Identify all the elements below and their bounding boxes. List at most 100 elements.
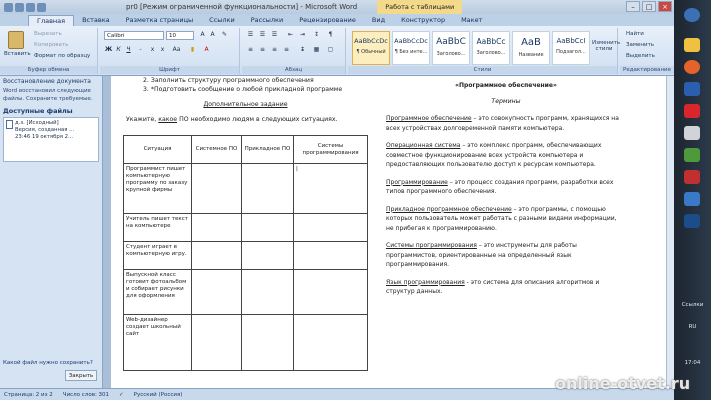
browser-icon[interactable] xyxy=(684,60,700,74)
format-painter-button[interactable]: Формат по образцу xyxy=(34,53,90,59)
yandex-icon[interactable] xyxy=(684,104,700,118)
redo-icon[interactable] xyxy=(37,2,46,12)
answer-cell[interactable] xyxy=(191,314,242,371)
answer-cell[interactable] xyxy=(293,241,368,270)
align-center-icon[interactable]: ≡ xyxy=(258,46,267,54)
highlight-icon[interactable]: ▮ xyxy=(188,46,197,54)
style-heading-1[interactable]: AaBbC Заголово... xyxy=(432,31,470,65)
cut-button[interactable]: Вырезать xyxy=(34,31,62,37)
office-button-icon[interactable] xyxy=(4,2,13,12)
answer-cell[interactable] xyxy=(191,163,242,214)
undo-icon[interactable] xyxy=(26,2,35,12)
select-button[interactable]: Выделить xyxy=(626,53,655,59)
align-right-icon[interactable]: ≡ xyxy=(270,46,279,54)
shrink-font-icon[interactable]: A xyxy=(208,31,217,39)
app-icon[interactable] xyxy=(684,192,700,206)
style-no-spacing[interactable]: AaBbCcDc ¶ Без инте... xyxy=(392,31,430,65)
font-color-icon[interactable]: A xyxy=(202,46,211,54)
font-size-select[interactable]: 10 xyxy=(166,31,194,40)
situation-cell[interactable]: Программист пишет компьютерную программу… xyxy=(123,163,192,214)
answer-cell[interactable]: | xyxy=(293,163,368,214)
situation-cell[interactable]: Учитель пишет текст на компьютере xyxy=(123,213,192,242)
tab-references[interactable]: Ссылки xyxy=(201,15,243,26)
word-icon[interactable] xyxy=(684,82,700,96)
style-heading-2[interactable]: AaBbCc Заголово... xyxy=(472,31,510,65)
situation-cell[interactable]: Студент играет в компьютерную игру. xyxy=(123,241,192,270)
clear-format-icon[interactable]: ✎ xyxy=(220,31,229,39)
app-icon[interactable] xyxy=(684,126,700,140)
answer-cell[interactable] xyxy=(191,241,242,270)
app-icon[interactable] xyxy=(684,148,700,162)
situation-cell[interactable]: Выпускной класс готовит фотоальбом и соб… xyxy=(123,269,192,315)
copy-button[interactable]: Копировать xyxy=(34,42,68,48)
increase-indent-icon[interactable]: ⇥ xyxy=(298,31,307,39)
replace-button[interactable]: Заменить xyxy=(626,42,654,48)
app-icon[interactable] xyxy=(684,214,700,228)
style-title[interactable]: AaB Название xyxy=(512,31,550,65)
numbering-icon[interactable]: ☰ xyxy=(258,31,267,39)
page-count[interactable]: Страница: 2 из 2 xyxy=(4,392,53,398)
close-button[interactable]: × xyxy=(658,1,672,12)
borders-icon[interactable]: ▢ xyxy=(326,46,335,54)
answer-cell[interactable] xyxy=(241,241,294,270)
app-icon[interactable] xyxy=(684,170,700,184)
answer-cell[interactable] xyxy=(293,269,368,315)
tab-home[interactable]: Главная xyxy=(28,15,75,26)
close-pane-button[interactable]: Закрыть xyxy=(65,370,97,381)
tab-page-layout[interactable]: Разметка страницы xyxy=(118,15,202,26)
change-styles-button[interactable]: Изменить стили xyxy=(592,40,620,52)
answer-cell[interactable] xyxy=(241,213,294,242)
underline-icon[interactable]: Ч xyxy=(124,46,133,54)
answer-cell[interactable] xyxy=(191,269,242,315)
line-spacing-icon[interactable]: ↨ xyxy=(298,46,307,54)
grow-font-icon[interactable]: A xyxy=(198,31,207,39)
italic-icon[interactable]: К xyxy=(114,46,123,54)
answer-cell[interactable] xyxy=(191,213,242,242)
paste-icon[interactable] xyxy=(8,31,24,49)
tab-layout[interactable]: Макет xyxy=(453,15,490,26)
start-icon[interactable] xyxy=(684,8,700,22)
superscript-icon[interactable]: x xyxy=(158,46,167,54)
style-subtitle[interactable]: AaBbCcI Подзагол... xyxy=(552,31,590,65)
vertical-scrollbar[interactable] xyxy=(666,76,674,388)
bold-icon[interactable]: Ж xyxy=(104,46,113,54)
find-button[interactable]: Найти xyxy=(626,31,644,37)
shading-icon[interactable]: ▦ xyxy=(312,46,321,54)
save-icon[interactable] xyxy=(15,2,24,12)
spellcheck-icon[interactable]: ✓ xyxy=(119,392,124,398)
font-name-select[interactable]: Calibri xyxy=(104,31,164,40)
word-count[interactable]: Число слов: 301 xyxy=(63,392,109,398)
language-indicator[interactable]: Русский (Россия) xyxy=(134,392,183,398)
tab-view[interactable]: Вид xyxy=(364,15,393,26)
tab-insert[interactable]: Вставка xyxy=(74,15,118,26)
explorer-icon[interactable] xyxy=(684,38,700,52)
maximize-button[interactable]: □ xyxy=(642,1,656,12)
tab-review[interactable]: Рецензирование xyxy=(291,15,364,26)
style-normal[interactable]: AaBbCcDc ¶ Обычный xyxy=(352,31,390,65)
answer-cell[interactable] xyxy=(293,213,368,242)
change-case-icon[interactable]: Aa xyxy=(172,46,181,54)
paste-button[interactable]: Вставить xyxy=(4,51,31,57)
answer-cell[interactable] xyxy=(241,163,294,214)
answer-cell[interactable] xyxy=(293,314,368,371)
links-toolbar[interactable]: Ссылки xyxy=(674,302,711,308)
recovered-file-item[interactable]: д.з. [Исходный] Версия, созданная ... 23… xyxy=(3,117,99,162)
justify-icon[interactable]: ≡ xyxy=(282,46,291,54)
align-left-icon[interactable]: ≡ xyxy=(246,46,255,54)
document-page[interactable]: 2. Заполнить структуру программного обес… xyxy=(111,76,666,388)
show-marks-icon[interactable]: ¶ xyxy=(326,31,335,39)
strikethrough-icon[interactable]: - xyxy=(136,46,145,54)
decrease-indent-icon[interactable]: ⇤ xyxy=(286,31,295,39)
answer-cell[interactable] xyxy=(241,269,294,315)
tab-design[interactable]: Конструктор xyxy=(393,15,453,26)
bullets-icon[interactable]: ☰ xyxy=(246,31,255,39)
language-indicator[interactable]: RU xyxy=(674,324,711,330)
sort-icon[interactable]: ↕ xyxy=(312,31,321,39)
tab-mailings[interactable]: Рассылки xyxy=(243,15,292,26)
answer-cell[interactable] xyxy=(241,314,294,371)
subscript-icon[interactable]: x xyxy=(148,46,157,54)
minimize-button[interactable]: – xyxy=(626,1,640,12)
situation-cell[interactable]: Web-дизайнер создает школьный сайт xyxy=(123,314,192,371)
clock[interactable]: 17:04 xyxy=(674,360,711,366)
multilevel-list-icon[interactable]: ☰ xyxy=(270,31,279,39)
